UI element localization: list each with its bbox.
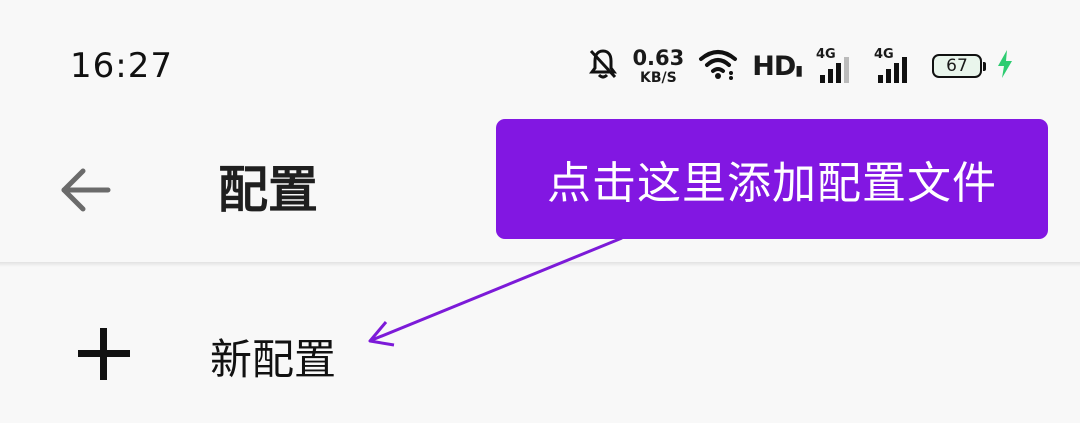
network-speed: 0.63 KB/S bbox=[632, 45, 685, 86]
plus-icon bbox=[74, 324, 134, 384]
back-button[interactable] bbox=[56, 160, 116, 220]
sim2-signal-icon: 4G bbox=[874, 47, 918, 83]
sim2-type: 4G bbox=[874, 47, 894, 62]
new-config-item[interactable]: 新配置 bbox=[0, 280, 1080, 422]
network-speed-unit: KB/S bbox=[639, 69, 677, 86]
hd-voice-icon: HD▮ bbox=[752, 50, 803, 82]
battery-icon: 67 bbox=[932, 54, 986, 78]
hint-tooltip: 点击这里添加配置文件 bbox=[496, 119, 1048, 239]
wifi-icon bbox=[698, 48, 738, 84]
bell-off-icon bbox=[588, 48, 618, 84]
status-icons: 0.63 KB/S HD▮ 4G 4G 67 bbox=[588, 44, 1014, 88]
charging-icon bbox=[996, 49, 1014, 83]
app-bar-shadow bbox=[0, 262, 1080, 267]
hd-label: HD bbox=[752, 50, 796, 82]
sim1-signal-icon: 4G bbox=[816, 47, 860, 83]
status-time: 16:27 bbox=[70, 46, 173, 86]
new-config-label: 新配置 bbox=[210, 335, 337, 384]
page-title: 配置 bbox=[218, 161, 318, 219]
network-speed-value: 0.63 bbox=[632, 45, 685, 70]
battery-level: 67 bbox=[946, 56, 968, 76]
sim1-type: 4G bbox=[816, 47, 836, 62]
status-bar: 16:27 0.63 KB/S HD▮ 4G 4G 67 bbox=[0, 0, 1080, 120]
hint-text: 点击这里添加配置文件 bbox=[547, 158, 997, 209]
arrow-left-icon bbox=[61, 168, 111, 212]
